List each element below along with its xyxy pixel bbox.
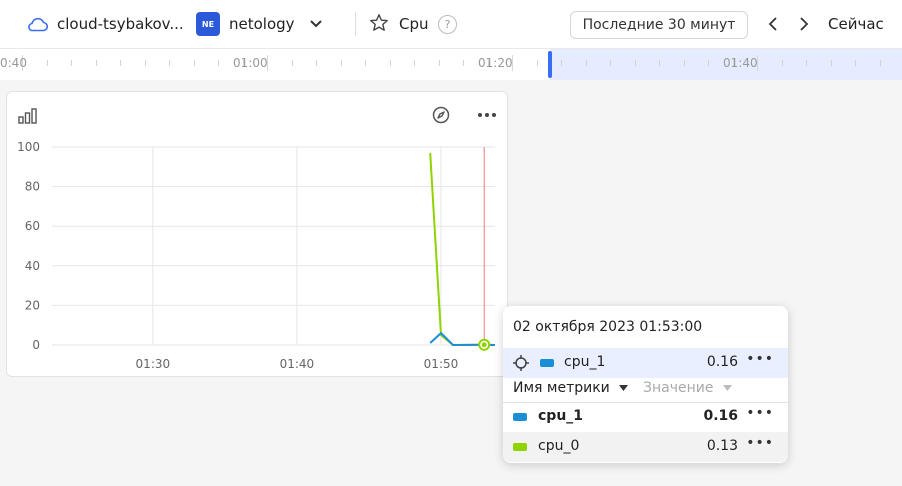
timeline-tick [659,60,660,66]
x-tick-label: 01:50 [424,357,459,371]
timeline-tick [439,60,440,66]
column-name-header[interactable]: Имя метрики [513,380,629,396]
star-icon[interactable] [369,13,389,33]
cloud-breadcrumb[interactable]: cloud-tsybakov... [26,0,184,48]
y-tick-label: 20 [25,298,40,312]
y-tick-label: 80 [25,180,40,194]
y-tick-label: 40 [25,259,40,273]
row-more-icon[interactable]: ••• [746,405,774,421]
y-tick-label: 100 [17,140,40,154]
series-value: 0.16 [703,408,738,424]
series-swatch [513,443,527,451]
folder-badge: NE [196,12,220,36]
help-icon[interactable]: ? [438,15,457,34]
timeline-tick [390,60,391,66]
now-button[interactable]: Сейчас [828,0,884,48]
timeline-tick [218,60,219,66]
x-tick-label: 01:30 [136,357,171,371]
chevron-down-icon[interactable] [309,19,323,29]
series-line-cpu_0 [429,152,496,346]
timeline-tick [47,60,48,66]
timeline-label: 01:00 [233,56,268,70]
series-swatch [540,359,554,367]
series-value: 0.13 [706,438,738,454]
chart-widget: 100 80 60 40 20 0 01:30 01:40 01:50 [6,91,508,377]
chevron-left-icon[interactable] [767,16,779,32]
row-more-icon[interactable]: ••• [746,435,774,451]
timeline-tick [120,60,121,66]
hover-marker-dot [481,342,487,348]
timeline-tick [96,60,97,66]
tooltip-highlight-row: cpu_1 0.16 ••• [503,348,788,378]
timeline-tick [316,60,317,66]
chart-tooltip: 02 октября 2023 01:53:00 cpu_1 0.16 ••• … [503,306,788,463]
row-more-icon[interactable]: ••• [746,351,774,367]
y-tick-label: 60 [25,219,40,233]
timeline-tick [586,60,587,66]
timeline-tick [463,60,464,66]
timeline-tick [341,60,342,66]
cpu-line-chart[interactable]: 100 80 60 40 20 0 01:30 01:40 01:50 [7,92,507,376]
timeline-label: 01:40 [723,56,758,70]
timeline-tick [684,60,685,66]
time-range-button[interactable]: Последние 30 минут [570,11,748,39]
top-bar: cloud-tsybakov... NE netology Cpu ? Посл… [0,0,902,48]
timeline-tick [414,60,415,66]
tooltip-row[interactable]: cpu_1 0.16 ••• [503,402,788,432]
timeline-tick [855,60,856,66]
timeline-label: 0:40 [0,56,27,70]
timeline-tick [71,60,72,66]
timeline-label: 01:20 [478,56,513,70]
dashboard-title: Cpu [399,15,429,33]
sort-down-icon [722,385,732,391]
timeline-tick [169,60,170,66]
timeline-tick [782,60,783,66]
tooltip-date: 02 октября 2023 01:53:00 [513,319,703,335]
cloud-name: cloud-tsybakov... [57,15,184,33]
timeline-tick [292,60,293,66]
series-name: cpu_0 [538,438,580,454]
timeline-tick [561,60,562,66]
timeline-tick [194,60,195,66]
divider [355,12,356,36]
timeline-tick [831,60,832,66]
timeline-tick [488,60,489,66]
series-name: cpu_1 [538,408,584,424]
crosshair-icon[interactable] [513,355,529,371]
timeline-tick [880,60,881,66]
column-value-header[interactable]: Значение [643,380,732,396]
timeline-navigator[interactable]: 0:40 01:00 01:20 01:40 [0,48,902,80]
column-name-label: Имя метрики [513,380,610,396]
cloud-icon [28,17,48,32]
timeline-tick [635,60,636,66]
timeline-tick [806,60,807,66]
column-value-label: Значение [643,380,714,396]
tooltip-row[interactable]: cpu_0 0.13 ••• [503,432,788,462]
timeline-tick [733,60,734,66]
series-swatch [513,413,527,421]
chevron-right-icon[interactable] [798,16,810,32]
timeline-tick [365,60,366,66]
folder-name: netology [229,15,295,33]
sort-down-icon [619,385,629,391]
timeline-tick [243,60,244,66]
timeline-handle[interactable] [548,51,552,78]
highlight-series-name: cpu_1 [564,354,606,370]
timeline-tick [145,60,146,66]
folder-breadcrumb[interactable]: NE netology [196,0,323,48]
timeline-tick [610,60,611,66]
y-tick-label: 0 [32,338,40,352]
timeline-tick [708,60,709,66]
highlight-series-value: 0.16 [706,354,738,370]
timeline-tick [537,60,538,66]
x-tick-label: 01:40 [280,357,315,371]
